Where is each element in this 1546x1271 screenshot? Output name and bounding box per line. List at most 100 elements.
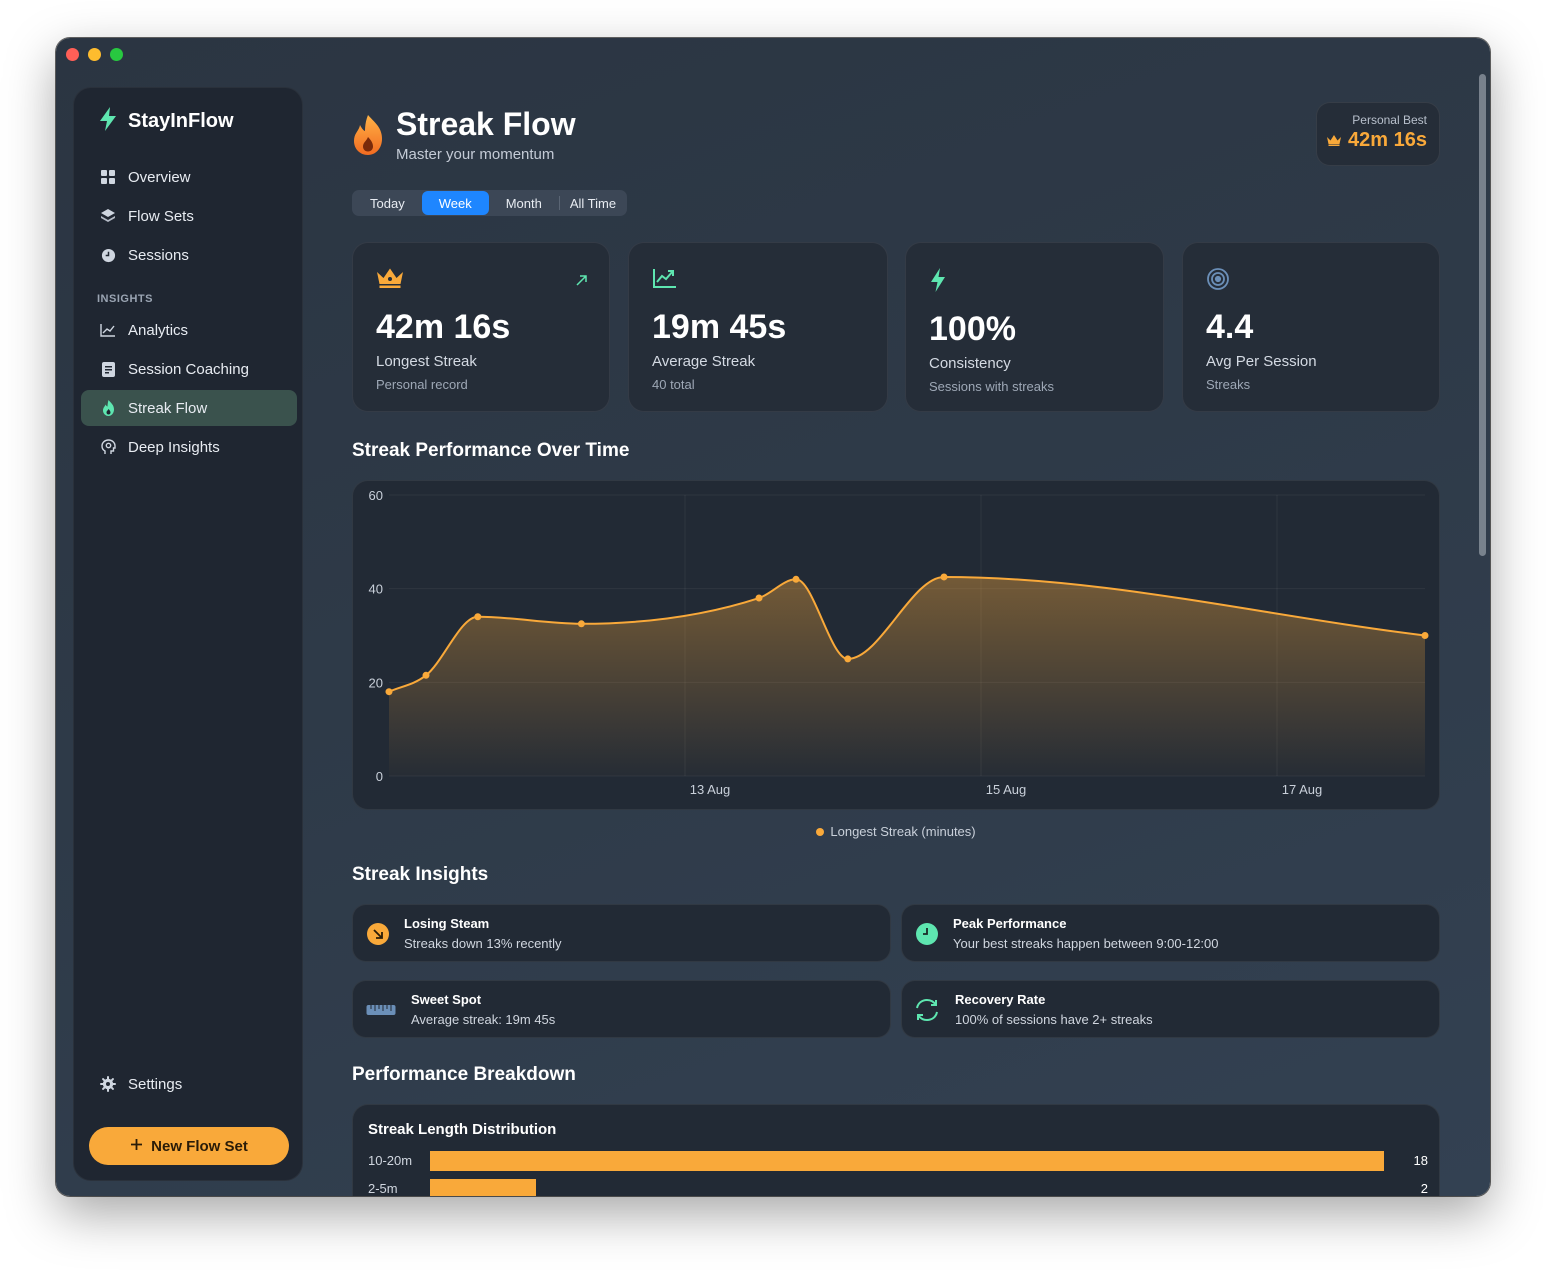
distribution-track xyxy=(430,1151,1384,1171)
distribution-label: 10-20m xyxy=(368,1153,413,1168)
stat-sub: Personal record xyxy=(376,377,468,392)
zoom-window-button[interactable] xyxy=(110,48,123,61)
personal-best-value: 42m 16s xyxy=(1348,129,1427,151)
insight-losing-steam[interactable]: Losing Steam Streaks down 13% recently xyxy=(352,904,891,962)
insight-title: Recovery Rate xyxy=(955,992,1046,1007)
streak-chart-svg: 0 20 40 60 13 Aug 15 Aug 17 Aug xyxy=(369,488,1429,797)
y-tick-label: 60 xyxy=(369,488,383,503)
sidebar-item-label: Sessions xyxy=(128,246,189,264)
arrow-down-right-icon xyxy=(366,922,390,946)
layers-icon xyxy=(100,208,116,224)
x-tick-label: 15 Aug xyxy=(986,782,1027,797)
brand: StayInFlow xyxy=(98,106,234,137)
trend-up-arrow-icon xyxy=(576,273,587,291)
clock-icon xyxy=(100,247,116,263)
distribution-bar xyxy=(430,1179,536,1196)
data-point[interactable] xyxy=(577,620,585,628)
distribution-track xyxy=(430,1179,1384,1196)
breakdown-section-title: Performance Breakdown xyxy=(352,1064,576,1085)
data-point[interactable] xyxy=(755,594,763,602)
insight-title: Peak Performance xyxy=(953,916,1067,931)
data-point[interactable] xyxy=(1421,632,1429,639)
minimize-window-button[interactable] xyxy=(88,48,101,61)
data-point[interactable] xyxy=(385,688,393,696)
personal-best-label: Personal Best xyxy=(1352,113,1427,127)
tab-all-time[interactable]: All Time xyxy=(560,191,626,215)
insight-desc: Streaks down 13% recently xyxy=(404,936,562,951)
sidebar-item-settings[interactable]: Settings xyxy=(81,1066,297,1102)
insight-recovery-rate[interactable]: Recovery Rate 100% of sessions have 2+ s… xyxy=(901,980,1440,1038)
flame-icon xyxy=(100,400,116,416)
crown-icon xyxy=(376,267,404,294)
app-name: StayInFlow xyxy=(128,110,234,132)
tab-month[interactable]: Month xyxy=(489,191,559,215)
close-window-button[interactable] xyxy=(66,48,79,61)
sidebar-item-deep-insights[interactable]: Deep Insights xyxy=(81,429,297,465)
y-tick-label: 0 xyxy=(376,769,383,784)
sidebar-section-insights: INSIGHTS xyxy=(97,293,153,305)
legend-swatch xyxy=(816,827,825,836)
stat-value: 100% xyxy=(929,310,1016,348)
tab-week[interactable]: Week xyxy=(421,191,489,215)
stat-sub: 40 total xyxy=(652,377,695,392)
sidebar-item-session-coaching[interactable]: Session Coaching xyxy=(81,351,297,387)
distribution-row: 10-20m 18 xyxy=(368,1151,1428,1171)
sidebar-item-sessions[interactable]: Sessions xyxy=(81,237,297,273)
new-flow-set-button[interactable]: New Flow Set xyxy=(89,1127,289,1165)
data-point[interactable] xyxy=(422,671,430,679)
notebook-icon xyxy=(100,361,116,377)
data-point[interactable] xyxy=(940,573,948,581)
distribution-count: 2 xyxy=(1420,1181,1428,1196)
insight-desc: Average streak: 19m 45s xyxy=(411,1012,556,1027)
head-icon xyxy=(100,439,116,455)
insight-peak-performance[interactable]: Peak Performance Your best streaks happe… xyxy=(901,904,1440,962)
clock-icon xyxy=(915,922,939,946)
insight-title: Losing Steam xyxy=(404,916,490,931)
window-controls xyxy=(66,48,123,61)
x-tick-label: 17 Aug xyxy=(1282,782,1323,797)
insights-section-title: Streak Insights xyxy=(352,864,489,885)
stat-card-longest-streak: 42m 16s Longest Streak Personal record xyxy=(352,242,610,412)
stat-label: Average Streak xyxy=(652,353,756,370)
flame-header-icon xyxy=(352,114,384,161)
page-title: Streak Flow xyxy=(396,106,576,142)
page-header: Streak Flow Master your momentum xyxy=(352,104,576,163)
bolt-icon xyxy=(929,267,947,298)
title-block: Streak Flow Master your momentum xyxy=(396,104,576,163)
data-point[interactable] xyxy=(844,655,852,663)
sidebar-item-label: Deep Insights xyxy=(128,438,220,456)
data-point[interactable] xyxy=(474,613,482,621)
insight-sweet-spot[interactable]: Sweet Spot Average streak: 19m 45s xyxy=(352,980,891,1038)
gear-icon xyxy=(100,1076,116,1092)
breakdown-title: Streak Length Distribution xyxy=(368,1121,557,1138)
sidebar-item-streak-flow[interactable]: Streak Flow xyxy=(81,390,297,426)
insight-desc: Your best streaks happen between 9:00-12… xyxy=(953,936,1219,951)
sidebar-item-flow-sets[interactable]: Flow Sets xyxy=(81,198,297,234)
sidebar-item-overview[interactable]: Overview xyxy=(81,159,297,195)
stat-value: 19m 45s xyxy=(652,308,787,346)
sidebar: StayInFlow Overview Flow Sets Sessions I… xyxy=(73,87,303,1181)
stat-card-consistency: 100% Consistency Sessions with streaks xyxy=(905,242,1164,412)
ruler-icon xyxy=(366,998,396,1022)
range-selector: Today Week Month All Time xyxy=(352,190,628,216)
crown-icon xyxy=(1326,129,1342,152)
sidebar-item-label: Settings xyxy=(128,1075,183,1093)
chart-section-title: Streak Performance Over Time xyxy=(352,440,630,461)
legend-label: Longest Streak (minutes) xyxy=(830,824,976,839)
sidebar-item-label: Flow Sets xyxy=(128,207,194,225)
page-subtitle: Master your momentum xyxy=(396,146,555,163)
breakdown-card: Streak Length Distribution 10-20m 18 2-5… xyxy=(352,1104,1440,1196)
data-point[interactable] xyxy=(792,575,800,583)
vertical-scrollbar[interactable] xyxy=(1479,74,1486,556)
streak-area-fill xyxy=(389,576,1425,776)
distribution-count: 18 xyxy=(1413,1153,1428,1168)
plus-icon xyxy=(130,1138,143,1155)
distribution-row: 2-5m 2 xyxy=(368,1179,1428,1196)
x-tick-label: 13 Aug xyxy=(690,782,731,797)
bolt-logo-icon xyxy=(98,106,118,137)
sidebar-item-analytics[interactable]: Analytics xyxy=(81,312,297,348)
tab-today[interactable]: Today xyxy=(353,191,422,215)
stat-sub: Streaks xyxy=(1206,377,1251,392)
insight-title: Sweet Spot xyxy=(411,992,482,1007)
trend-icon xyxy=(652,267,678,294)
